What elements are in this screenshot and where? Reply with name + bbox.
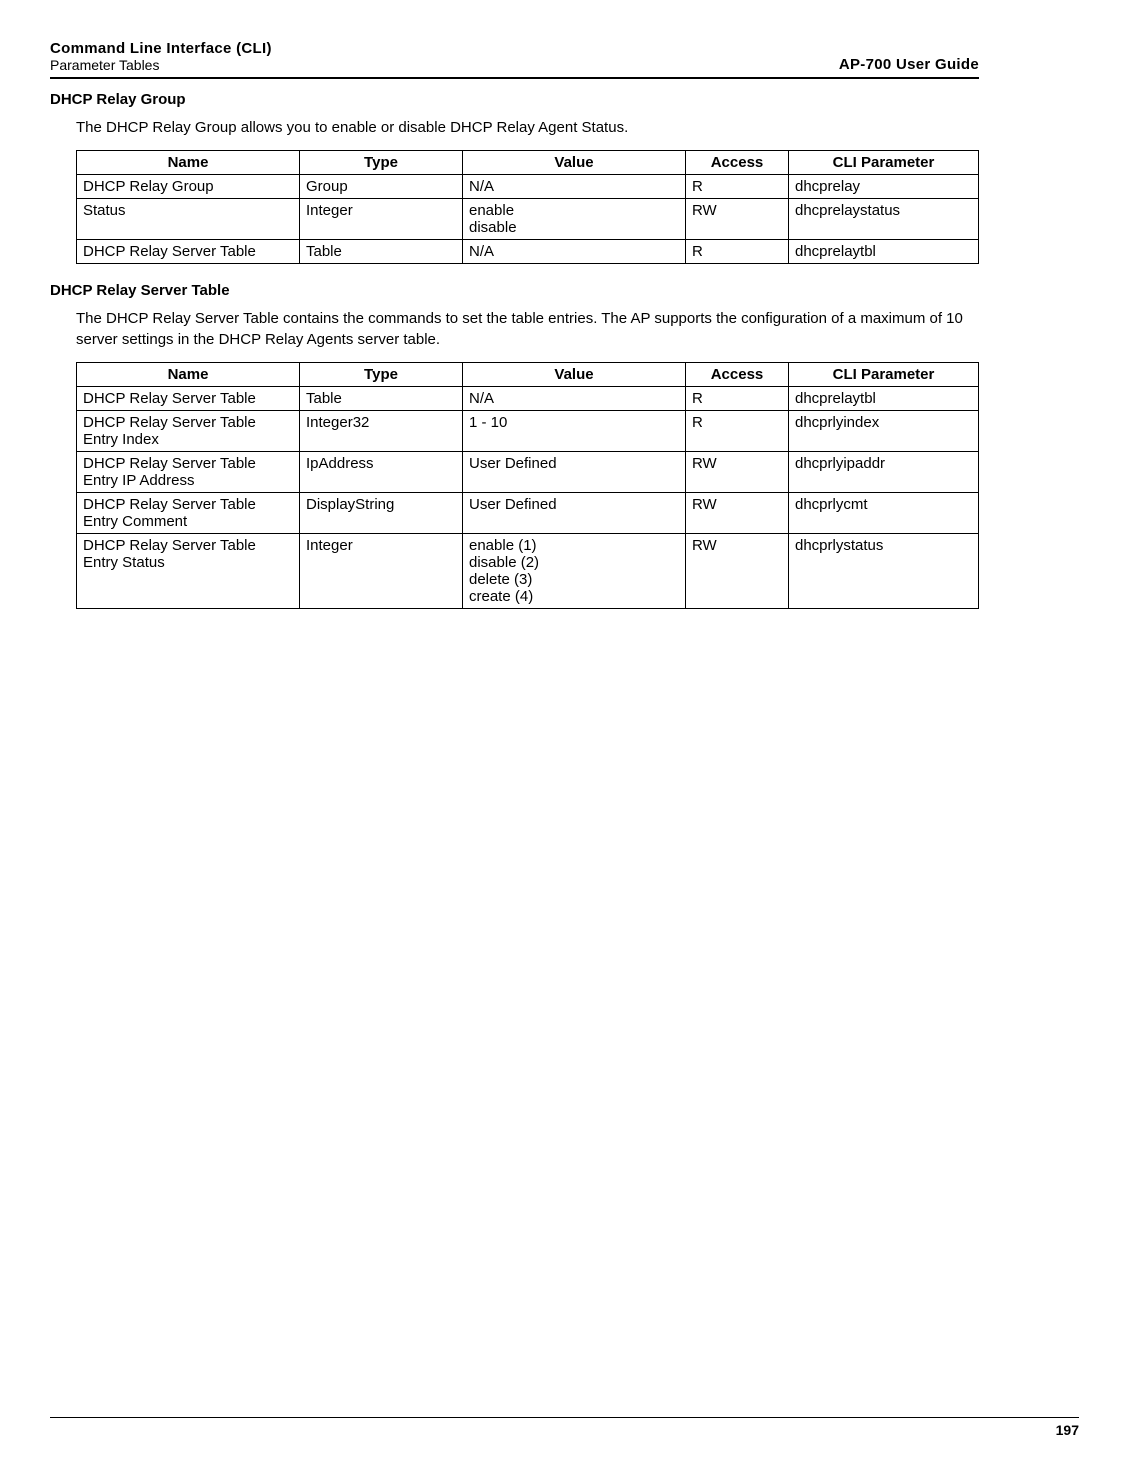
table-row: DHCP Relay Server Table Entry IP Address… (77, 451, 979, 492)
cell-value: User Defined (463, 451, 686, 492)
cell-type: Integer (300, 199, 463, 240)
cell-type: IpAddress (300, 451, 463, 492)
cell-cli: dhcprlyindex (789, 410, 979, 451)
header-subtitle: Parameter Tables (50, 57, 272, 73)
cell-type: Group (300, 175, 463, 199)
cell-cli: dhcprelaytbl (789, 386, 979, 410)
table-row: DHCP Relay Server Table Entry Index Inte… (77, 410, 979, 451)
cell-name: DHCP Relay Server Table Entry Status (77, 533, 300, 608)
header-rule (50, 77, 979, 79)
cell-access: RW (686, 492, 789, 533)
th-value: Value (463, 362, 686, 386)
dhcp-relay-server-table: Name Type Value Access CLI Parameter DHC… (76, 362, 979, 609)
header-title: Command Line Interface (CLI) (50, 40, 272, 57)
cell-access: RW (686, 451, 789, 492)
cell-type: Integer (300, 533, 463, 608)
footer-rule (50, 1417, 1079, 1418)
section1-text: The DHCP Relay Group allows you to enabl… (76, 118, 979, 138)
cell-value: enable disable (463, 199, 686, 240)
cell-name: Status (77, 199, 300, 240)
table-row: DHCP Relay Server Table Entry Comment Di… (77, 492, 979, 533)
cell-cli: dhcprlycmt (789, 492, 979, 533)
cell-cli: dhcprelaystatus (789, 199, 979, 240)
cell-value: N/A (463, 175, 686, 199)
header-left: Command Line Interface (CLI) Parameter T… (50, 40, 272, 73)
table-header-row: Name Type Value Access CLI Parameter (77, 151, 979, 175)
table-row: DHCP Relay Server Table Table N/A R dhcp… (77, 240, 979, 264)
cell-access: RW (686, 533, 789, 608)
dhcp-relay-group-table: Name Type Value Access CLI Parameter DHC… (76, 150, 979, 264)
cell-access: R (686, 240, 789, 264)
cell-type: Table (300, 240, 463, 264)
table-row: DHCP Relay Server Table Table N/A R dhcp… (77, 386, 979, 410)
table-row: Status Integer enable disable RW dhcprel… (77, 199, 979, 240)
cell-access: R (686, 386, 789, 410)
cell-value: N/A (463, 240, 686, 264)
cell-cli: dhcprlyipaddr (789, 451, 979, 492)
cell-value: 1 - 10 (463, 410, 686, 451)
th-cli: CLI Parameter (789, 151, 979, 175)
th-type: Type (300, 362, 463, 386)
section1-title: DHCP Relay Group (50, 91, 979, 108)
cell-name: DHCP Relay Server Table Entry IP Address (77, 451, 300, 492)
cell-name: DHCP Relay Server Table (77, 240, 300, 264)
page-footer: 197 (50, 1417, 1079, 1438)
table-row: DHCP Relay Group Group N/A R dhcprelay (77, 175, 979, 199)
cell-value: User Defined (463, 492, 686, 533)
cell-name: DHCP Relay Server Table Entry Index (77, 410, 300, 451)
page-number: 197 (50, 1422, 1079, 1438)
th-type: Type (300, 151, 463, 175)
header-guide: AP-700 User Guide (839, 56, 979, 73)
cell-access: R (686, 410, 789, 451)
th-access: Access (686, 362, 789, 386)
th-name: Name (77, 362, 300, 386)
cell-name: DHCP Relay Server Table (77, 386, 300, 410)
cell-name: DHCP Relay Group (77, 175, 300, 199)
cell-access: RW (686, 199, 789, 240)
cell-value: enable (1) disable (2) delete (3) create… (463, 533, 686, 608)
section2-text: The DHCP Relay Server Table contains the… (76, 309, 979, 350)
cell-type: Table (300, 386, 463, 410)
cell-type: DisplayString (300, 492, 463, 533)
table-row: DHCP Relay Server Table Entry Status Int… (77, 533, 979, 608)
cell-cli: dhcprelay (789, 175, 979, 199)
th-cli: CLI Parameter (789, 362, 979, 386)
cell-cli: dhcprelaytbl (789, 240, 979, 264)
cell-value: N/A (463, 386, 686, 410)
cell-name: DHCP Relay Server Table Entry Comment (77, 492, 300, 533)
th-name: Name (77, 151, 300, 175)
th-value: Value (463, 151, 686, 175)
table-header-row: Name Type Value Access CLI Parameter (77, 362, 979, 386)
th-access: Access (686, 151, 789, 175)
cell-type: Integer32 (300, 410, 463, 451)
cell-access: R (686, 175, 789, 199)
section2-title: DHCP Relay Server Table (50, 282, 979, 299)
cell-cli: dhcprlystatus (789, 533, 979, 608)
page-header: Command Line Interface (CLI) Parameter T… (50, 40, 979, 73)
